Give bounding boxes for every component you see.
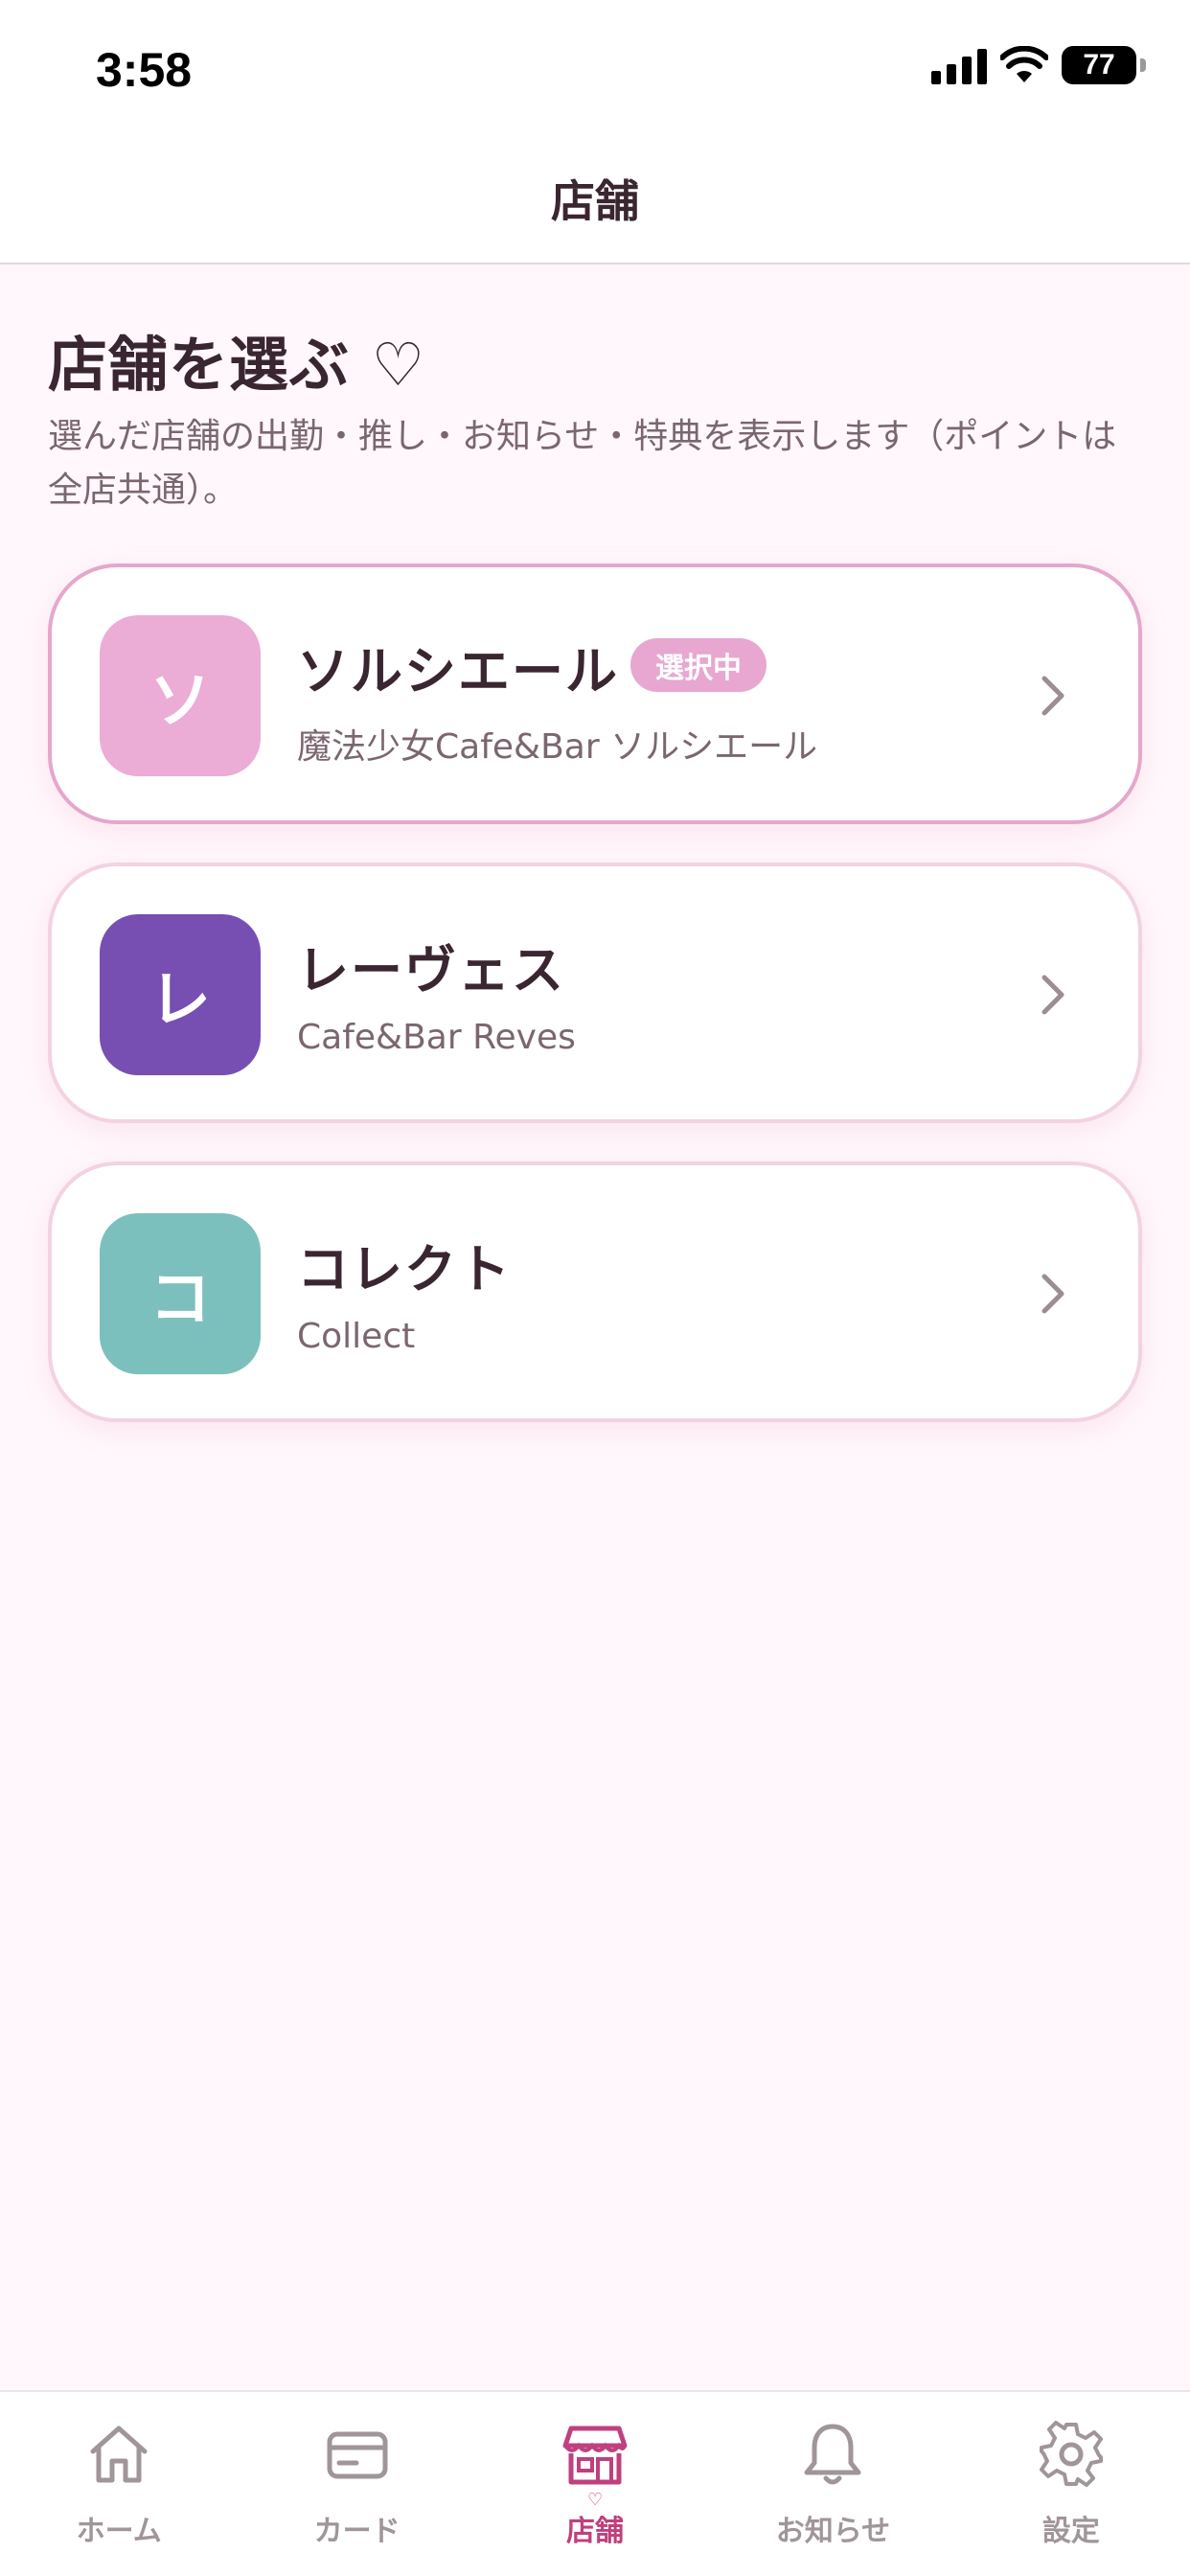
store-list: ソ ソルシエール 選択中 魔法少女Cafe&Bar ソルシエール レ レーヴェス… (48, 564, 1142, 1460)
active-heart-icon: ♡ (586, 2490, 604, 2510)
store-name: レーヴェス (297, 940, 565, 1000)
tab-settings[interactable]: 設定 (952, 2392, 1190, 2576)
bell-icon (804, 2424, 861, 2485)
store-name: コレクト (297, 1239, 512, 1300)
gear-icon (1039, 2421, 1103, 2487)
store-avatar: コ (100, 1213, 261, 1374)
status-bar: 3:58 77 (0, 0, 1190, 134)
tab-notifications[interactable]: お知らせ (714, 2392, 951, 2576)
battery-icon: 77 (1062, 46, 1146, 84)
status-time: 3:58 (96, 43, 193, 97)
store-avatar: ソ (100, 615, 261, 776)
store-select-screen: 3:58 77 店舗 店舗を選ぶ ♡ 選んだ店舗の出勤・推し・お知らせ・特典を表… (0, 0, 1190, 2576)
store-card-reves[interactable]: レ レーヴェス Cafe&Bar Reves (48, 862, 1142, 1123)
wifi-icon (1000, 46, 1048, 82)
store-avatar: レ (100, 914, 261, 1075)
tab-bar: ホーム カード ♡ 店舗 お知らせ 設定 (0, 2390, 1190, 2576)
nav-header: 店舗 (0, 134, 1190, 264)
store-subtitle: Cafe&Bar Reves (297, 1018, 576, 1057)
tab-label: ホーム (76, 2515, 162, 2548)
store-card-collect[interactable]: コ コレクト Collect (48, 1162, 1142, 1422)
store-subtitle: Collect (297, 1317, 416, 1356)
store-card-sorciere[interactable]: ソ ソルシエール 選択中 魔法少女Cafe&Bar ソルシエール (48, 564, 1142, 824)
store-name: ソルシエール (297, 641, 619, 702)
store-icon (562, 2426, 628, 2485)
tab-card[interactable]: カード (238, 2392, 475, 2576)
section-title: 店舗を選ぶ ♡ (48, 330, 426, 400)
page-title: 店舗 (551, 175, 639, 227)
tab-label: お知らせ (775, 2515, 891, 2548)
chevron-right-icon (1041, 975, 1064, 1015)
tab-label: カード (313, 2515, 400, 2548)
tab-label: 店舗 (566, 2515, 625, 2548)
chevron-right-icon (1041, 676, 1064, 716)
tab-store[interactable]: ♡ 店舗 (476, 2392, 714, 2576)
store-subtitle: 魔法少女Cafe&Bar ソルシエール (297, 727, 818, 767)
tab-label: 設定 (1041, 2515, 1100, 2548)
card-icon (327, 2431, 388, 2479)
tab-home[interactable]: ホーム (0, 2392, 238, 2576)
chevron-right-icon (1041, 1274, 1064, 1314)
home-icon (90, 2426, 148, 2483)
selected-badge: 選択中 (630, 638, 767, 692)
status-icons: 77 (931, 46, 1146, 84)
section-description: 選んだ店舗の出勤・推し・お知らせ・特典を表示します（ポイントは全店共通）。 (48, 417, 1117, 510)
cellular-signal-icon (931, 46, 987, 84)
